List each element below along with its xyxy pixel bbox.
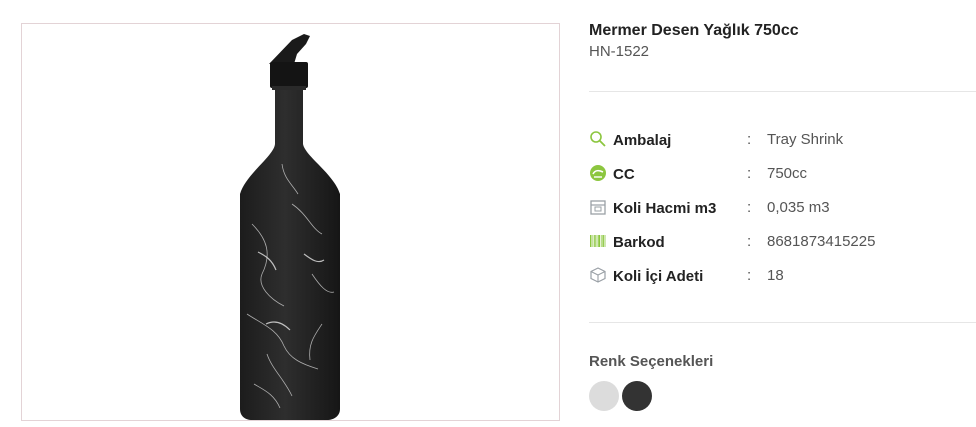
- spec-row-koli-ici-adeti: Koli İçi Adeti : 18: [589, 266, 969, 288]
- spec-colon: :: [747, 267, 752, 284]
- divider-top: [589, 91, 976, 92]
- box-icon: [590, 200, 606, 215]
- spec-label: Barkod: [613, 234, 665, 251]
- magnifier-icon: [590, 131, 606, 147]
- spec-colon: :: [747, 233, 752, 250]
- divider-bottom: [589, 322, 976, 323]
- spec-label: Koli Hacmi m3: [613, 200, 717, 217]
- spec-value: Tray Shrink: [767, 131, 844, 148]
- spec-label: Ambalaj: [613, 132, 672, 149]
- color-swatch-black[interactable]: [622, 381, 652, 411]
- product-title: Mermer Desen Yağlık 750cc: [589, 22, 799, 39]
- spec-label: CC: [613, 166, 635, 183]
- spec-colon: :: [747, 165, 752, 182]
- spec-colon: :: [747, 199, 752, 216]
- cube-icon: [590, 267, 606, 283]
- product-image-frame: [21, 23, 560, 421]
- spec-label: Koli İçi Adeti: [613, 268, 704, 285]
- color-swatch-light-gray[interactable]: [589, 381, 619, 411]
- spec-row-koli-hacmi: Koli Hacmi m3 : 0,035 m3: [589, 198, 969, 220]
- product-code: HN-1522: [589, 43, 650, 60]
- spec-row-barkod: Barkod : 8681873415225: [589, 232, 969, 254]
- spec-value: 8681873415225: [767, 233, 876, 250]
- spec-value: 18: [767, 267, 784, 284]
- spec-value: 750cc: [767, 165, 808, 182]
- volume-icon: [590, 165, 606, 181]
- product-image: [240, 34, 340, 420]
- spec-row-ambalaj: Ambalaj : Tray Shrink: [589, 130, 969, 152]
- spec-colon: :: [747, 131, 752, 148]
- spec-value: 0,035 m3: [767, 199, 830, 216]
- color-options-title: Renk Seçenekleri: [589, 353, 714, 370]
- barcode-icon: [590, 235, 606, 247]
- spec-row-cc: CC : 750cc: [589, 164, 969, 186]
